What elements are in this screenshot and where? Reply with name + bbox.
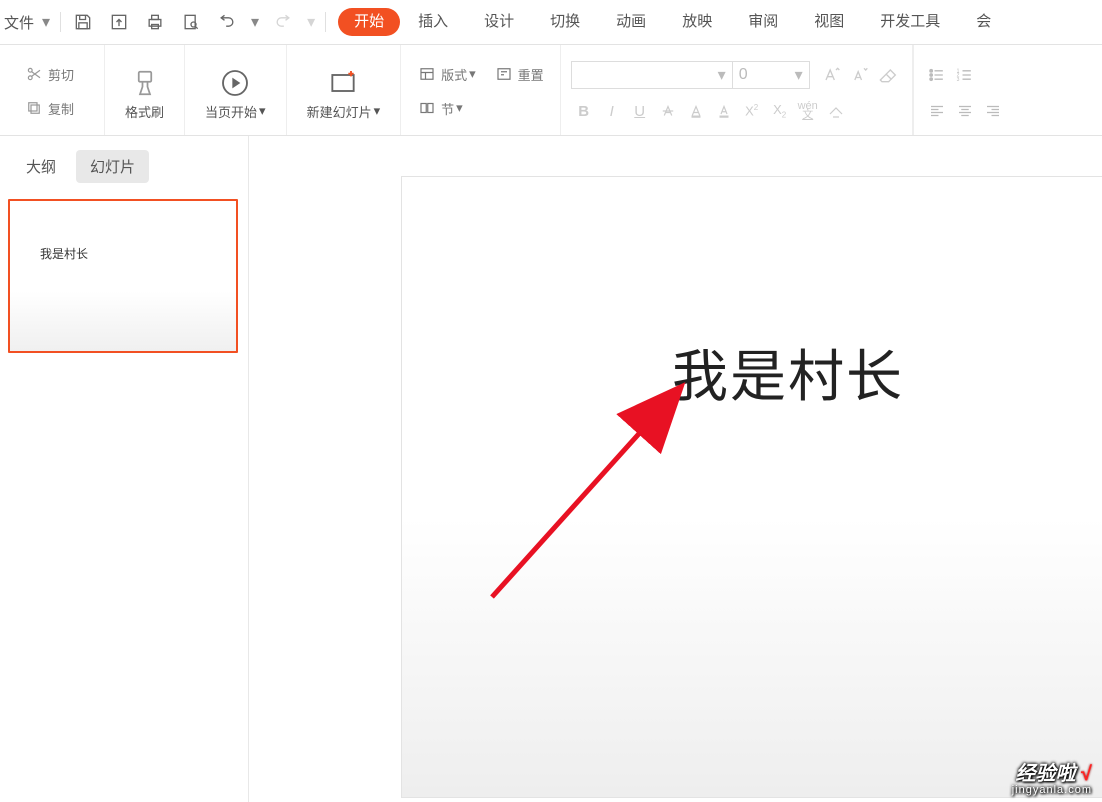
bullet-list-button[interactable] xyxy=(924,62,950,88)
menu-tab-5[interactable]: 放映 xyxy=(664,0,730,44)
separator xyxy=(325,12,326,32)
font-name-select[interactable]: ▾ xyxy=(571,61,733,89)
from-current-button[interactable]: 当页开始▾ xyxy=(195,62,276,121)
menu-tab-8[interactable]: 开发工具 xyxy=(862,0,958,44)
copy-button[interactable]: 复制 xyxy=(20,96,78,120)
copy-label: 复制 xyxy=(48,99,74,118)
menu-tab-6[interactable]: 审阅 xyxy=(730,0,796,44)
canvas-area[interactable]: 我是村长 xyxy=(249,136,1102,802)
section-label: 节 xyxy=(441,99,454,118)
increase-font-icon[interactable] xyxy=(818,62,844,88)
thumbnail-title: 我是村长 xyxy=(40,245,88,262)
menu-tabs: 开始插入设计切换动画放映审阅视图开发工具会 xyxy=(338,0,1009,44)
font-color-button[interactable] xyxy=(711,98,737,124)
export-icon[interactable] xyxy=(108,11,130,33)
cut-label: 剪切 xyxy=(48,65,74,84)
redo-dropdown-caret[interactable]: ▾ xyxy=(301,12,321,32)
format-painter-group: 格式刷 xyxy=(105,45,185,135)
layout-icon xyxy=(417,64,437,84)
watermark: 经验啦 √ jingyanla.com xyxy=(1012,757,1092,796)
font-group: ▾ 0 ▾ B I U xyxy=(561,45,913,135)
decrease-font-icon[interactable] xyxy=(846,62,872,88)
clear-format-button[interactable] xyxy=(823,98,849,124)
superscript-button[interactable]: X2 xyxy=(739,98,765,124)
slide-panel: 大纲 幻灯片 我是村长 xyxy=(0,136,249,802)
paintbrush-icon xyxy=(128,66,162,100)
workspace: 大纲 幻灯片 我是村长 我是村长 xyxy=(0,136,1102,802)
slide-thumbnail[interactable]: 我是村长 xyxy=(8,199,238,353)
reset-icon xyxy=(494,64,514,84)
print-icon[interactable] xyxy=(144,11,166,33)
reset-button[interactable]: 重置 xyxy=(490,62,548,86)
redo-icon[interactable] xyxy=(272,11,294,33)
tab-outline[interactable]: 大纲 xyxy=(12,150,70,183)
tab-slides[interactable]: 幻灯片 xyxy=(76,150,149,183)
new-slide-group: 新建幻灯片▾ xyxy=(287,45,402,135)
subscript-button[interactable]: X2 xyxy=(767,98,793,124)
watermark-url: jingyanla.com xyxy=(1012,784,1092,796)
align-right-button[interactable] xyxy=(980,98,1006,124)
from-current-label: 当页开始▾ xyxy=(205,102,266,121)
bold-button[interactable]: B xyxy=(571,98,597,124)
chevron-down-icon: ▾ xyxy=(456,100,463,116)
menu-tab-2[interactable]: 设计 xyxy=(466,0,532,44)
format-painter-button[interactable]: 格式刷 xyxy=(115,62,174,121)
new-slide-icon xyxy=(326,66,360,100)
menu-tab-1[interactable]: 插入 xyxy=(400,0,466,44)
layout-label: 版式 xyxy=(441,65,467,84)
paragraph-group: 123 xyxy=(913,45,1018,135)
watermark-text: 经验啦 xyxy=(1015,763,1075,785)
check-icon: √ xyxy=(1081,763,1092,785)
section-button[interactable]: 节 ▾ xyxy=(413,96,467,120)
slide-layout-group: 版式 ▾ 重置 节 ▾ xyxy=(401,45,561,135)
align-left-button[interactable] xyxy=(924,98,950,124)
clipboard-group: 剪切 复制 xyxy=(8,45,105,135)
highlight-button[interactable] xyxy=(683,98,709,124)
undo-icon[interactable] xyxy=(216,11,238,33)
chevron-down-icon: ▾ xyxy=(718,65,726,85)
play-circle-icon xyxy=(218,66,252,100)
slide-canvas[interactable]: 我是村长 xyxy=(401,176,1102,798)
file-menu-caret[interactable]: ▾ xyxy=(36,12,56,32)
svg-text:3: 3 xyxy=(956,77,959,83)
menu-tab-7[interactable]: 视图 xyxy=(796,0,862,44)
ribbon: 剪切 复制 格式刷 当页开始▾ xyxy=(0,45,1102,136)
chevron-down-icon: ▾ xyxy=(469,66,476,82)
font-size-value: 0 xyxy=(739,66,748,84)
menu-tab-9[interactable]: 会 xyxy=(958,0,1009,44)
panel-tabs: 大纲 幻灯片 xyxy=(0,136,248,193)
eraser-icon[interactable] xyxy=(874,62,900,88)
copy-icon xyxy=(24,98,44,118)
menu-tab-3[interactable]: 切换 xyxy=(532,0,598,44)
scissors-icon xyxy=(24,64,44,84)
new-slide-label: 新建幻灯片▾ xyxy=(307,102,381,121)
chevron-down-icon: ▾ xyxy=(795,65,803,85)
underline-button[interactable]: U xyxy=(627,98,653,124)
pinyin-button[interactable]: wén文 xyxy=(795,98,821,124)
save-icon[interactable] xyxy=(72,11,94,33)
cut-button[interactable]: 剪切 xyxy=(20,62,78,86)
numbered-list-button[interactable]: 123 xyxy=(952,62,978,88)
layout-button[interactable]: 版式 ▾ xyxy=(413,62,480,86)
reset-label: 重置 xyxy=(518,65,544,84)
slide-title-text[interactable]: 我是村长 xyxy=(672,332,904,413)
format-painter-label: 格式刷 xyxy=(125,102,164,121)
italic-button[interactable]: I xyxy=(599,98,625,124)
align-center-button[interactable] xyxy=(952,98,978,124)
font-size-select[interactable]: 0 ▾ xyxy=(733,61,810,89)
menu-tab-0[interactable]: 开始 xyxy=(338,8,400,36)
undo-dropdown-caret[interactable]: ▾ xyxy=(245,12,265,32)
annotation-arrow xyxy=(472,377,692,617)
print-preview-icon[interactable] xyxy=(180,11,202,33)
strikethrough-button[interactable] xyxy=(655,98,681,124)
menu-tab-4[interactable]: 动画 xyxy=(598,0,664,44)
quick-access-toolbar: 文件 ▾ ▾ ▾ 开始插入设计切换动画放映审阅视图开发工具会 xyxy=(0,0,1102,45)
new-slide-button[interactable]: 新建幻灯片▾ xyxy=(297,62,391,121)
file-menu-label[interactable]: 文件 xyxy=(4,12,34,33)
separator xyxy=(60,12,61,32)
play-group: 当页开始▾ xyxy=(185,45,287,135)
section-icon xyxy=(417,98,437,118)
